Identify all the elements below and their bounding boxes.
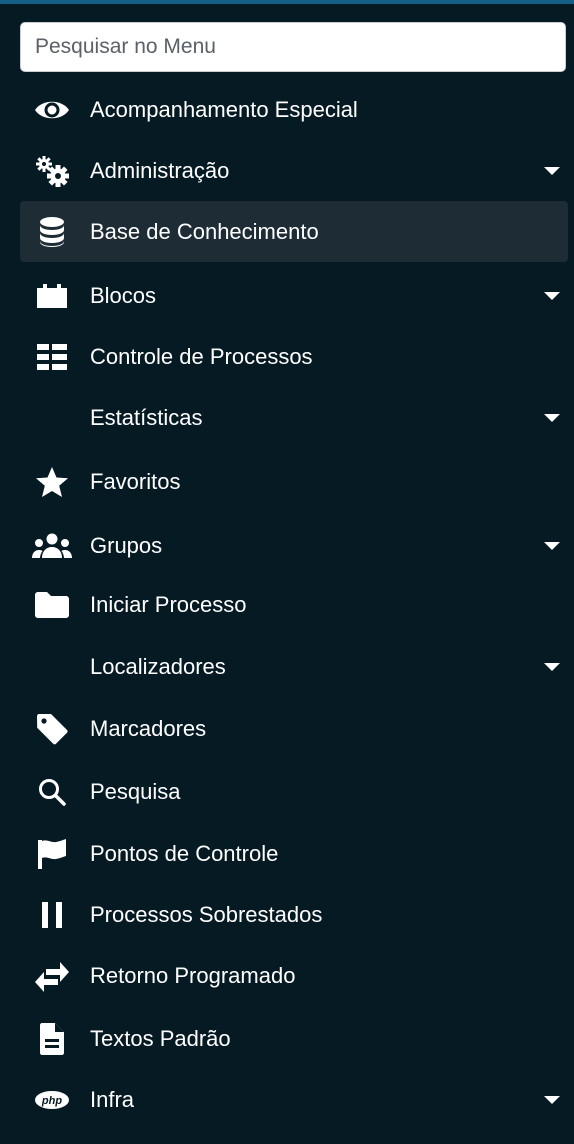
menu-item-label: Base de Conhecimento xyxy=(90,218,319,244)
exchange-icon xyxy=(32,958,72,994)
pause-icon xyxy=(32,897,72,933)
menu-item-infra[interactable]: php Infra xyxy=(20,1069,568,1130)
star-icon xyxy=(32,464,72,500)
menu-item-administracao[interactable]: Administração xyxy=(20,140,568,201)
menu-item-base-de-conhecimento[interactable]: Base de Conhecimento xyxy=(20,201,568,262)
svg-text:php: php xyxy=(41,1095,62,1107)
folder-icon xyxy=(32,587,72,623)
menu-item-pesquisa[interactable]: Pesquisa xyxy=(20,761,568,822)
menu-item-label: Marcadores xyxy=(90,715,207,741)
menu-item-iniciar-processo[interactable]: Iniciar Processo xyxy=(20,574,568,635)
menu-item-acompanhamento-especial[interactable]: Acompanhamento Especial xyxy=(20,79,568,140)
menu-item-pontos-de-controle[interactable]: Pontos de Controle xyxy=(20,823,568,884)
menu-item-retorno-programado[interactable]: Retorno Programado xyxy=(20,945,568,1006)
flag-icon xyxy=(32,836,72,872)
menu-item-label: Blocos xyxy=(90,282,157,308)
menu-item-label: Acompanhamento Especial xyxy=(90,96,358,122)
menu-item-label: Iniciar Processo xyxy=(90,591,247,617)
chevron-down-icon[interactable] xyxy=(544,541,560,550)
side-menu: Acompanhamento Especial xyxy=(0,0,574,1144)
chevron-down-icon[interactable] xyxy=(544,662,560,671)
menu-item-label: Favoritos xyxy=(90,468,181,494)
menu-item-blocos[interactable]: Blocos xyxy=(20,265,568,326)
search-icon xyxy=(32,774,72,810)
menu-item-favoritos[interactable]: Favoritos xyxy=(20,451,568,512)
database-icon xyxy=(32,214,72,250)
menu-item-label: Estatísticas xyxy=(90,404,203,430)
menu-item-textos-padrao[interactable]: Textos Padrão xyxy=(20,1008,568,1069)
menu-item-label: Textos Padrão xyxy=(90,1025,231,1051)
menu-item-localizadores[interactable]: Localizadores xyxy=(20,636,568,697)
menu-item-label: Grupos xyxy=(90,532,163,558)
chevron-down-icon[interactable] xyxy=(544,166,560,175)
gears-icon xyxy=(32,153,72,189)
menu-item-estatisticas[interactable]: Estatísticas xyxy=(20,387,568,448)
menu-search-input[interactable] xyxy=(20,22,566,72)
list-icon xyxy=(32,339,72,375)
users-icon xyxy=(32,528,72,564)
menu-item-processos-sobrestados[interactable]: Processos Sobrestados xyxy=(20,884,568,945)
menu-item-label: Retorno Programado xyxy=(90,962,296,988)
chevron-down-icon[interactable] xyxy=(544,413,560,422)
menu-item-label: Processos Sobrestados xyxy=(90,901,323,927)
menu-item-label: Pesquisa xyxy=(90,778,181,804)
menu-item-label: Localizadores xyxy=(90,653,226,679)
menu-item-label: Administração xyxy=(90,157,230,183)
menu-item-label: Infra xyxy=(90,1086,135,1112)
menu-search xyxy=(20,22,566,72)
menu-item-marcadores[interactable]: Marcadores xyxy=(20,698,568,759)
chevron-down-icon[interactable] xyxy=(544,291,560,300)
blocks-icon xyxy=(32,278,72,314)
menu-item-label: Controle de Processos xyxy=(90,343,313,369)
php-icon: php xyxy=(32,1082,72,1118)
menu-item-label: Pontos de Controle xyxy=(90,840,279,866)
menu-item-controle-de-processos[interactable]: Controle de Processos xyxy=(20,326,568,387)
eye-icon xyxy=(32,92,72,128)
menu-item-grupos[interactable]: Grupos xyxy=(20,515,568,576)
tag-icon xyxy=(32,711,72,747)
document-icon xyxy=(32,1021,72,1057)
chevron-down-icon[interactable] xyxy=(544,1095,560,1104)
